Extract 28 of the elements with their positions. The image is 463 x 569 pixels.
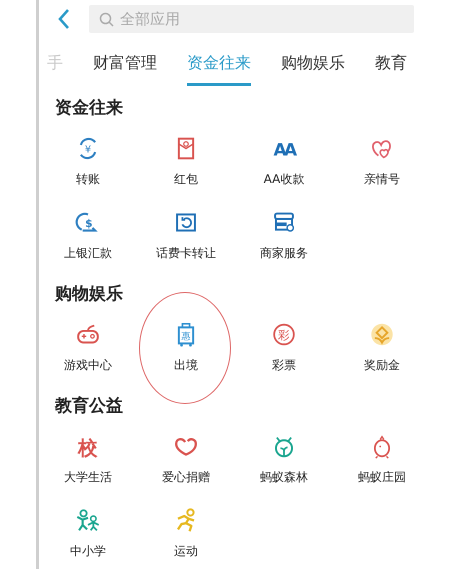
app-label[interactable]: 出境 [174,357,198,374]
app-label[interactable]: 商家服务 [260,245,308,262]
kids-icon[interactable] [74,508,102,533]
section-title: 资金往来 [54,97,124,120]
app-label[interactable]: 爱心捐赠 [162,469,210,486]
aa-icon[interactable]: AA [270,136,298,161]
category-tab[interactable]: 购物娱乐 [281,38,345,86]
app-label[interactable]: 中小学 [70,543,106,560]
back-icon[interactable] [57,8,71,30]
app-label[interactable]: 运动 [174,543,198,560]
category-tab[interactable]: 财富管理 [93,38,157,86]
section-title: 教育公益 [54,395,124,418]
app-label[interactable]: 彩票 [272,357,296,374]
app-label[interactable]: 奖励金 [364,357,400,374]
app-label[interactable]: 蚂蚁森林 [260,469,308,486]
app-label[interactable]: AA收款 [264,171,304,188]
search-field[interactable]: 全部应用 [89,5,414,33]
app-label[interactable]: 亲情号 [364,171,400,188]
app-label[interactable]: 红包 [174,171,198,188]
app-label[interactable]: 大学生活 [64,469,112,486]
app-label[interactable]: 游戏中心 [64,357,112,374]
school-icon[interactable]: 校 [74,434,102,459]
app-label[interactable]: 话费卡转让 [156,245,216,262]
app-label[interactable]: 上银汇款 [64,245,112,262]
app-label[interactable]: 蚂蚁庄园 [358,469,406,486]
app-label[interactable]: 转账 [76,171,100,188]
category-tab[interactable]: 教育 [375,38,407,86]
section-title: 购物娱乐 [54,283,124,306]
